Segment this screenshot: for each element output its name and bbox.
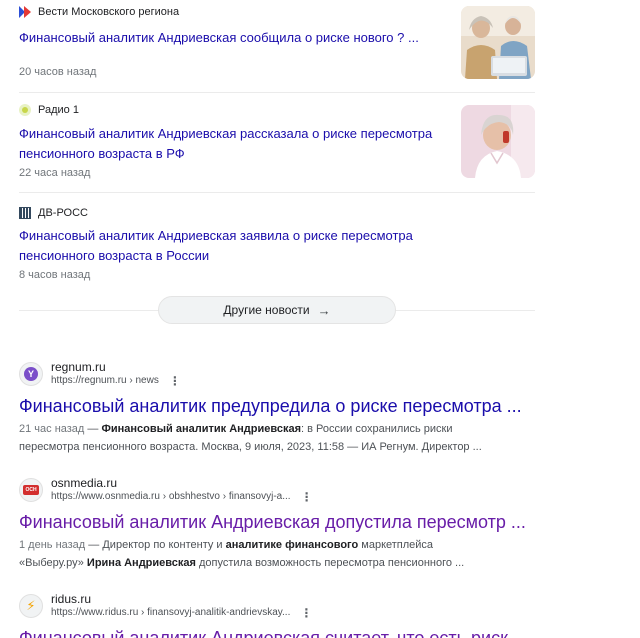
news-source: ДВ-РОСС xyxy=(19,206,535,220)
radio1-logo-icon xyxy=(19,104,31,116)
more-options-icon[interactable]: ⋮ xyxy=(169,374,181,388)
news-time: 8 часов назад xyxy=(19,269,91,281)
osnmedia-logo-icon: OCH xyxy=(23,485,39,495)
result-snippet: 21 час назад — Финансовый аналитик Андри… xyxy=(19,420,489,456)
search-result: ⚡ ridus.ru https://www.ridus.ru › finans… xyxy=(19,592,579,638)
news-source-name: Радио 1 xyxy=(38,104,79,116)
news-title-link[interactable]: Финансовый аналитик Андриевская сообщила… xyxy=(19,28,439,48)
news-source: Вести Московского региона xyxy=(19,5,535,19)
site-url: https://regnum.ru › news xyxy=(51,375,159,386)
site-name: regnum.ru xyxy=(51,360,106,374)
news-title-link[interactable]: Финансовый аналитик Андриевская заявила … xyxy=(19,226,489,266)
site-name: osnmedia.ru xyxy=(51,476,118,490)
dvross-logo-icon xyxy=(19,207,31,219)
search-result: OCH osnmedia.ru https://www.osnmedia.ru … xyxy=(19,476,579,572)
result-snippet: 1 день назад — Директор по контенту и ан… xyxy=(19,536,489,572)
arrow-right-icon: → xyxy=(317,302,331,318)
site-name: ridus.ru xyxy=(51,592,92,606)
news-time: 20 часов назад xyxy=(19,66,97,78)
result-header[interactable]: ⚡ ridus.ru https://www.ridus.ru › finans… xyxy=(19,592,579,624)
news-source-name: Вести Московского региона xyxy=(38,6,180,18)
news-card[interactable]: Вести Московского региона Финансовый ана… xyxy=(19,5,535,93)
news-time: 22 часа назад xyxy=(19,167,91,179)
elderly-couple-laptop-photo xyxy=(461,6,535,79)
site-url: https://www.ridus.ru › finansovyj-analit… xyxy=(51,607,291,618)
more-options-icon[interactable]: ⋮ xyxy=(301,490,313,504)
more-options-icon[interactable]: ⋮ xyxy=(300,606,312,620)
result-date: 21 час назад xyxy=(19,423,85,435)
snippet-dash: — xyxy=(84,423,102,435)
more-news-label: Другие новости xyxy=(223,303,310,317)
news-source-name: ДВ-РОСС xyxy=(38,207,88,219)
snippet-bold: Финансовый аналитик Андриевская xyxy=(101,423,302,435)
snippet-bold: Ирина Андриевская xyxy=(86,557,196,569)
site-favicon: OCH xyxy=(19,478,43,502)
news-title-link[interactable]: Финансовый аналитик Андриевская рассказа… xyxy=(19,124,439,164)
result-title-link[interactable]: Финансовый аналитик Андриевская считает,… xyxy=(19,627,579,638)
snippet-text: Директор по контенту и xyxy=(102,539,226,551)
result-title-link[interactable]: Финансовый аналитик предупредила о риске… xyxy=(19,395,579,417)
search-result: Y regnum.ru https://regnum.ru › news ⋮ Ф… xyxy=(19,360,579,456)
site-favicon: Y xyxy=(19,362,43,386)
result-title-link[interactable]: Финансовый аналитик Андриевская допустил… xyxy=(19,511,579,533)
site-url: https://www.osnmedia.ru › obshhestvo › f… xyxy=(51,491,291,502)
regnum-logo-icon: Y xyxy=(24,367,38,381)
news-card[interactable]: ДВ-РОСС Финансовый аналитик Андриевская … xyxy=(19,206,535,286)
snippet-bold: аналитике финансового xyxy=(225,539,359,551)
result-header[interactable]: Y regnum.ru https://regnum.ru › news ⋮ xyxy=(19,360,579,392)
news-source: Радио 1 xyxy=(19,103,535,117)
news-thumbnail[interactable] xyxy=(461,6,535,79)
site-favicon: ⚡ xyxy=(19,594,43,618)
snippet-text: допустила возможность пересмотра пенсион… xyxy=(195,557,465,569)
news-thumbnail[interactable] xyxy=(461,105,535,178)
result-header[interactable]: OCH osnmedia.ru https://www.osnmedia.ru … xyxy=(19,476,579,508)
news-card[interactable]: Радио 1 Финансовый аналитик Андриевская … xyxy=(19,103,535,193)
elderly-woman-phone-photo xyxy=(461,105,535,178)
snippet-dash: — xyxy=(85,539,103,551)
ridus-logo-icon: ⚡ xyxy=(26,598,36,613)
more-news-button[interactable]: Другие новости → xyxy=(158,296,396,324)
result-date: 1 день назад xyxy=(19,539,86,551)
vesti-logo-icon xyxy=(19,6,31,18)
